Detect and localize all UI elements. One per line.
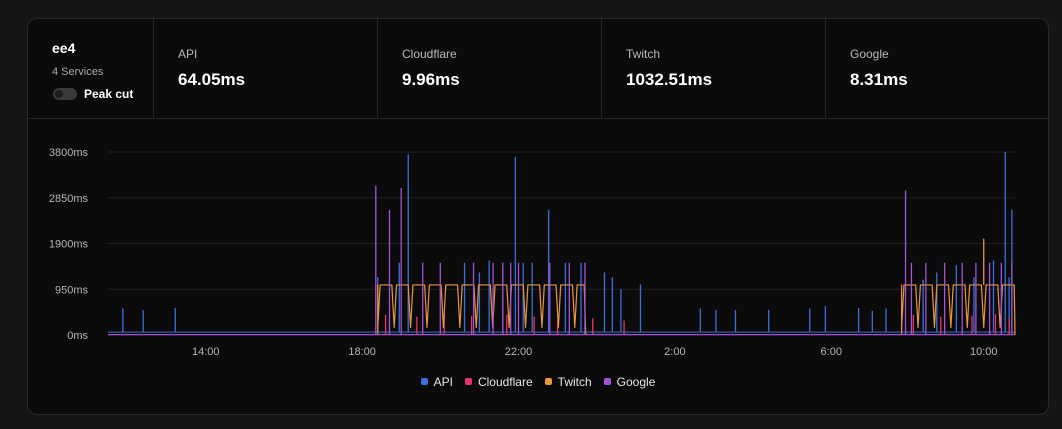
latency-chart[interactable]: 0ms 950ms 1900ms 2850ms 3800ms 14:00 18:00 22:0… [28,119,1049,369]
x-tick-label: 14:00 [192,346,220,358]
x-tick-label: 18:00 [348,346,376,358]
stat-google: Google 8.31ms [825,19,1048,118]
services-count: 4 Services [52,66,104,78]
legend-label: Google [616,375,656,389]
stat-value: 64.05ms [178,70,246,89]
legend-swatch [420,378,428,386]
x-tick-label: 6:00 [821,346,842,358]
x-tick-label: 22:00 [505,346,533,358]
legend-item-twitch[interactable]: Twitch [544,375,592,389]
y-tick-label: 1900ms [49,239,89,251]
y-tick-label: 3800ms [49,147,89,159]
stat-label: Google [850,47,889,61]
legend-label: Cloudflare [477,375,533,389]
x-tick-label: 10:00 [970,346,998,358]
legend-swatch [464,378,472,386]
stats-header: ee4 4 Services Peak cut API 64.05ms Clou… [28,19,1048,119]
stat-cloudflare: Cloudflare 9.96ms [377,19,601,118]
chart-legend: API Cloudflare Twitch Google [28,375,1048,389]
peak-cut-toggle[interactable] [53,88,77,100]
stat-label: Twitch [626,47,661,61]
y-tick-label: 950ms [55,284,89,296]
y-tick-label: 2850ms [49,193,89,205]
twitch-series-line [901,284,1016,336]
stat-label: API [178,47,198,61]
legend-label: Twitch [557,375,592,389]
legend-label: API [433,375,453,389]
legend-item-api[interactable]: API [420,375,453,389]
monitor-card: ee4 4 Services Peak cut API 64.05ms Clou… [27,18,1049,415]
stat-twitch: Twitch 1032.51ms [601,19,825,118]
stat-value: 8.31ms [850,70,908,89]
legend-item-google[interactable]: Google [603,375,656,389]
stat-api: API 64.05ms [153,19,377,118]
monitor-name: ee4 [52,40,76,56]
y-tick-label: 0ms [67,330,88,342]
stat-value: 1032.51ms [626,70,713,89]
toggle-knob [55,90,63,98]
monitor-info: ee4 4 Services Peak cut [28,19,153,118]
legend-item-cloudflare[interactable]: Cloudflare [464,375,533,389]
stat-label: Cloudflare [402,47,457,61]
peak-cut-label: Peak cut [84,87,134,101]
stat-value: 9.96ms [402,70,460,89]
legend-swatch [544,378,552,386]
twitch-series-line [377,284,587,336]
legend-swatch [603,378,611,386]
x-tick-label: 2:00 [664,346,685,358]
